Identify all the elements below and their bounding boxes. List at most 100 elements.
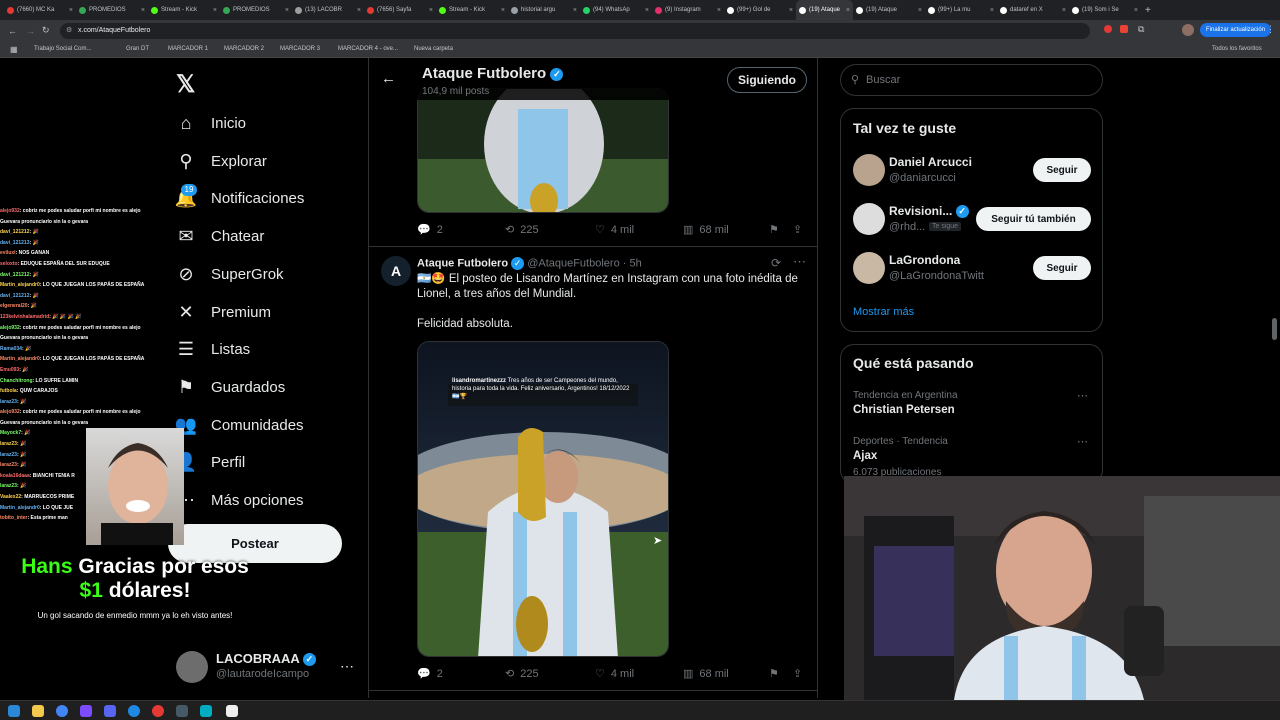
start-menu-icon[interactable] (8, 705, 20, 717)
tab-close-icon[interactable]: × (357, 7, 361, 14)
bookmark-item[interactable]: MARCADOR 2 (224, 46, 264, 52)
site-info-icon[interactable]: ⚙ (66, 23, 72, 39)
obs-icon[interactable] (152, 705, 164, 717)
nav-item-premium[interactable]: ✕ Premium (176, 297, 271, 327)
suggest-avatar[interactable] (853, 252, 885, 284)
bookmark-item[interactable]: MARCADOR 4 - ove... (338, 46, 398, 52)
views-action[interactable]: ▥ 68 mil (683, 223, 729, 237)
tweet-media-image[interactable] (417, 88, 669, 213)
browser-tab[interactable]: (13) LACOBR × (292, 0, 364, 20)
reply-action[interactable]: 💬 2 (417, 667, 443, 681)
app-icon[interactable] (176, 705, 188, 717)
like-action[interactable]: ♡ 4 mil (595, 223, 634, 237)
browser-tab[interactable]: (99+) La mu × (925, 0, 997, 20)
search-input[interactable]: ⚲ Buscar (840, 64, 1103, 96)
menu-icon[interactable]: ⋮ (1266, 24, 1275, 35)
scrollbar-thumb[interactable] (1272, 318, 1277, 340)
tab-close-icon[interactable]: × (645, 7, 649, 14)
browser-tab[interactable]: PROMEDIOS × (220, 0, 292, 20)
forward-arrow-icon[interactable]: → (26, 26, 35, 36)
browser-tab[interactable]: (19) Som i Se × (1069, 0, 1141, 20)
browser-tab[interactable]: PROMEDIOS × (76, 0, 148, 20)
share-icon[interactable]: ⇪ (793, 667, 802, 680)
account-avatar[interactable] (176, 651, 208, 683)
bookmark-item[interactable]: MARCADOR 1 (168, 46, 208, 52)
nav-item-guardados[interactable]: ⚑ Guardados (176, 372, 285, 402)
reply-action[interactable]: 💬 2 (417, 223, 443, 237)
extensions-puzzle-icon[interactable]: ⧉ (1138, 24, 1144, 35)
back-arrow-icon[interactable]: ← (381, 70, 396, 87)
apps-grid-icon[interactable]: ▦ (10, 45, 18, 54)
tab-close-icon[interactable]: × (141, 7, 145, 14)
tweet-author-name[interactable]: Ataque Futbolero (417, 257, 508, 269)
new-tab-icon[interactable]: + (1145, 5, 1151, 16)
browser-tab[interactable]: (19) Ataque × (853, 0, 925, 20)
back-arrow-icon[interactable]: ← (8, 26, 17, 36)
tab-close-icon[interactable]: × (1062, 7, 1066, 14)
views-action[interactable]: ▥ 68 mil (683, 667, 729, 681)
discord-icon[interactable] (104, 705, 116, 717)
tab-close-icon[interactable]: × (501, 7, 505, 14)
bookmark-item[interactable]: MARCADOR 3 (280, 46, 320, 52)
suggest-avatar[interactable] (853, 203, 885, 235)
tab-close-icon[interactable]: × (918, 7, 922, 14)
like-action[interactable]: ♡ 4 mil (595, 667, 634, 681)
account-more-icon[interactable]: ⋯ (340, 658, 354, 675)
app-icon[interactable] (80, 705, 92, 717)
browser-tab[interactable]: Stream - Kick × (436, 0, 508, 20)
tab-close-icon[interactable]: × (285, 7, 289, 14)
browser-tab[interactable]: (7660) MC Ka × (4, 0, 76, 20)
tab-close-icon[interactable]: × (717, 7, 721, 14)
nav-item-chatear[interactable]: ✉ Chatear (176, 221, 264, 251)
retweet-action[interactable]: ⟲ 225 (505, 223, 539, 237)
bookmark-item[interactable]: Trabajo Social Com... (34, 46, 91, 52)
browser-tab[interactable]: dataref en X × (997, 0, 1069, 20)
tab-close-icon[interactable]: × (573, 7, 577, 14)
tab-close-icon[interactable]: × (846, 7, 850, 14)
tweet-media-image[interactable]: lisandromartinezzz Tres años de ser Camp… (417, 341, 669, 657)
app-icon[interactable] (128, 705, 140, 717)
suggest-name[interactable]: LaGrondona (889, 253, 960, 267)
nav-item-comunidades[interactable]: 👥 Comunidades (175, 410, 304, 440)
nav-item-perfil[interactable]: 👤 Perfil (175, 447, 245, 477)
nav-item-más-opciones[interactable]: ⋯ Más opciones (176, 485, 304, 515)
show-more-link[interactable]: Mostrar más (853, 306, 914, 318)
browser-tab[interactable]: (19) Ataque × (796, 0, 853, 20)
all-bookmarks-link[interactable]: Todos los favoritos (1212, 46, 1262, 52)
extension-icon[interactable] (1104, 25, 1112, 33)
nav-item-explorar[interactable]: ⚲ Explorar (176, 146, 266, 176)
nav-item-listas[interactable]: ☰ Listas (176, 334, 250, 364)
profile-avatar[interactable] (1182, 24, 1194, 36)
reload-icon[interactable]: ↻ (42, 25, 50, 36)
tab-close-icon[interactable]: × (1134, 7, 1138, 14)
bookmark-folder[interactable]: Nueva carpeta (414, 46, 453, 52)
nav-item-supergrok[interactable]: ⊘ SuperGrok (176, 259, 283, 289)
tweet-time[interactable]: · 5h (623, 257, 642, 269)
follow-back-button[interactable]: Seguir tú también (976, 207, 1091, 231)
browser-tab[interactable]: historial argu × (508, 0, 580, 20)
share-icon[interactable]: ⇪ (793, 223, 802, 236)
browser-tab[interactable]: (94) WhatsAp × (580, 0, 652, 20)
nav-item-inicio[interactable]: ⌂ Inicio (176, 108, 246, 138)
tweet-more-icon[interactable]: ⋯ (793, 254, 806, 270)
browser-tab[interactable]: (7656) Sayfa × (364, 0, 436, 20)
following-button[interactable]: Siguiendo (727, 67, 807, 93)
tab-close-icon[interactable]: × (69, 7, 73, 14)
x-logo-icon[interactable]: 𝕏 (176, 70, 195, 99)
trend-name[interactable]: Christian Petersen (853, 404, 955, 416)
chrome-icon[interactable] (56, 705, 68, 717)
update-button[interactable]: Finalizar actualización (1200, 23, 1272, 37)
tab-close-icon[interactable]: × (990, 7, 994, 14)
account-name[interactable]: LACOBRAAA ✓ (216, 651, 316, 667)
retweet-action[interactable]: ⟲ 225 (505, 667, 539, 681)
trend-more-icon[interactable]: ⋯ (1077, 435, 1088, 448)
follow-button[interactable]: Seguir (1033, 256, 1091, 280)
browser-tab[interactable]: Stream - Kick × (148, 0, 220, 20)
bookmark-item[interactable]: Gran DT (126, 46, 149, 52)
grok-icon[interactable]: ⟳ (771, 256, 781, 270)
tab-close-icon[interactable]: × (789, 7, 793, 14)
tab-close-icon[interactable]: × (213, 7, 217, 14)
app-icon[interactable] (226, 705, 238, 717)
suggest-name[interactable]: Daniel Arcucci (889, 155, 972, 169)
trend-name[interactable]: Ajax (853, 450, 877, 462)
